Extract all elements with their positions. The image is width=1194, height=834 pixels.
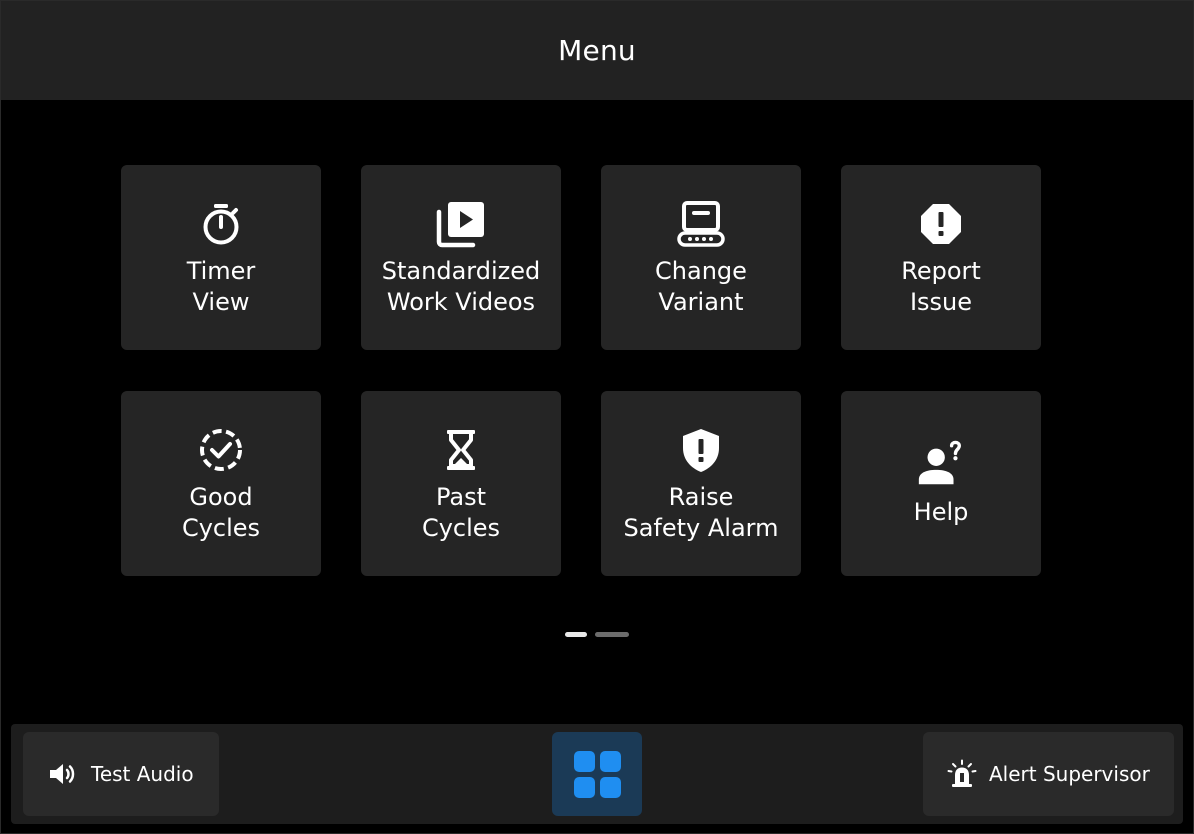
page-dot-active[interactable] [565,632,587,637]
raise-safety-alarm-tile[interactable]: Raise Safety Alarm [601,391,801,576]
past-cycles-tile[interactable]: Past Cycles [361,391,561,576]
video-library-icon [435,198,487,250]
page-title: Menu [558,34,636,67]
apps-menu-button[interactable] [552,732,642,816]
conveyor-icon [675,198,727,250]
alert-supervisor-label: Alert Supervisor [989,762,1150,786]
page-indicator [565,632,629,637]
tile-label: Past Cycles [421,482,501,542]
apps-grid-icon [573,750,621,798]
menu-grid: Timer View Standardized Work Videos Chan… [121,165,1041,576]
stopwatch-icon [195,198,247,250]
timer-view-tile[interactable]: Timer View [121,165,321,350]
test-audio-label: Test Audio [91,762,194,786]
page-dot-inactive[interactable] [595,632,629,637]
shield-alert-icon [675,424,727,476]
alert-supervisor-button[interactable]: Alert Supervisor [923,732,1174,816]
tile-label: Timer View [186,256,256,316]
siren-icon [947,759,977,789]
tile-label: Raise Safety Alarm [623,482,779,542]
header-bar: Menu [1,1,1193,100]
person-question-icon [915,439,967,491]
tile-label: Change Variant [655,256,747,316]
dashed-check-circle-icon [195,424,247,476]
speaker-icon [47,759,77,789]
help-tile[interactable]: Help [841,391,1041,576]
test-audio-button[interactable]: Test Audio [23,732,219,816]
change-variant-tile[interactable]: Change Variant [601,165,801,350]
hourglass-icon [435,424,487,476]
good-cycles-tile[interactable]: Good Cycles [121,391,321,576]
report-issue-tile[interactable]: Report Issue [841,165,1041,350]
bottom-bar: Test Audio Alert Supervisor [11,724,1183,824]
tile-label: Standardized Work Videos [381,256,541,316]
standardized-work-videos-tile[interactable]: Standardized Work Videos [361,165,561,350]
tile-label: Report Issue [901,256,981,316]
tile-label: Good Cycles [181,482,261,542]
report-octagon-icon [915,198,967,250]
tile-label: Help [913,498,969,526]
